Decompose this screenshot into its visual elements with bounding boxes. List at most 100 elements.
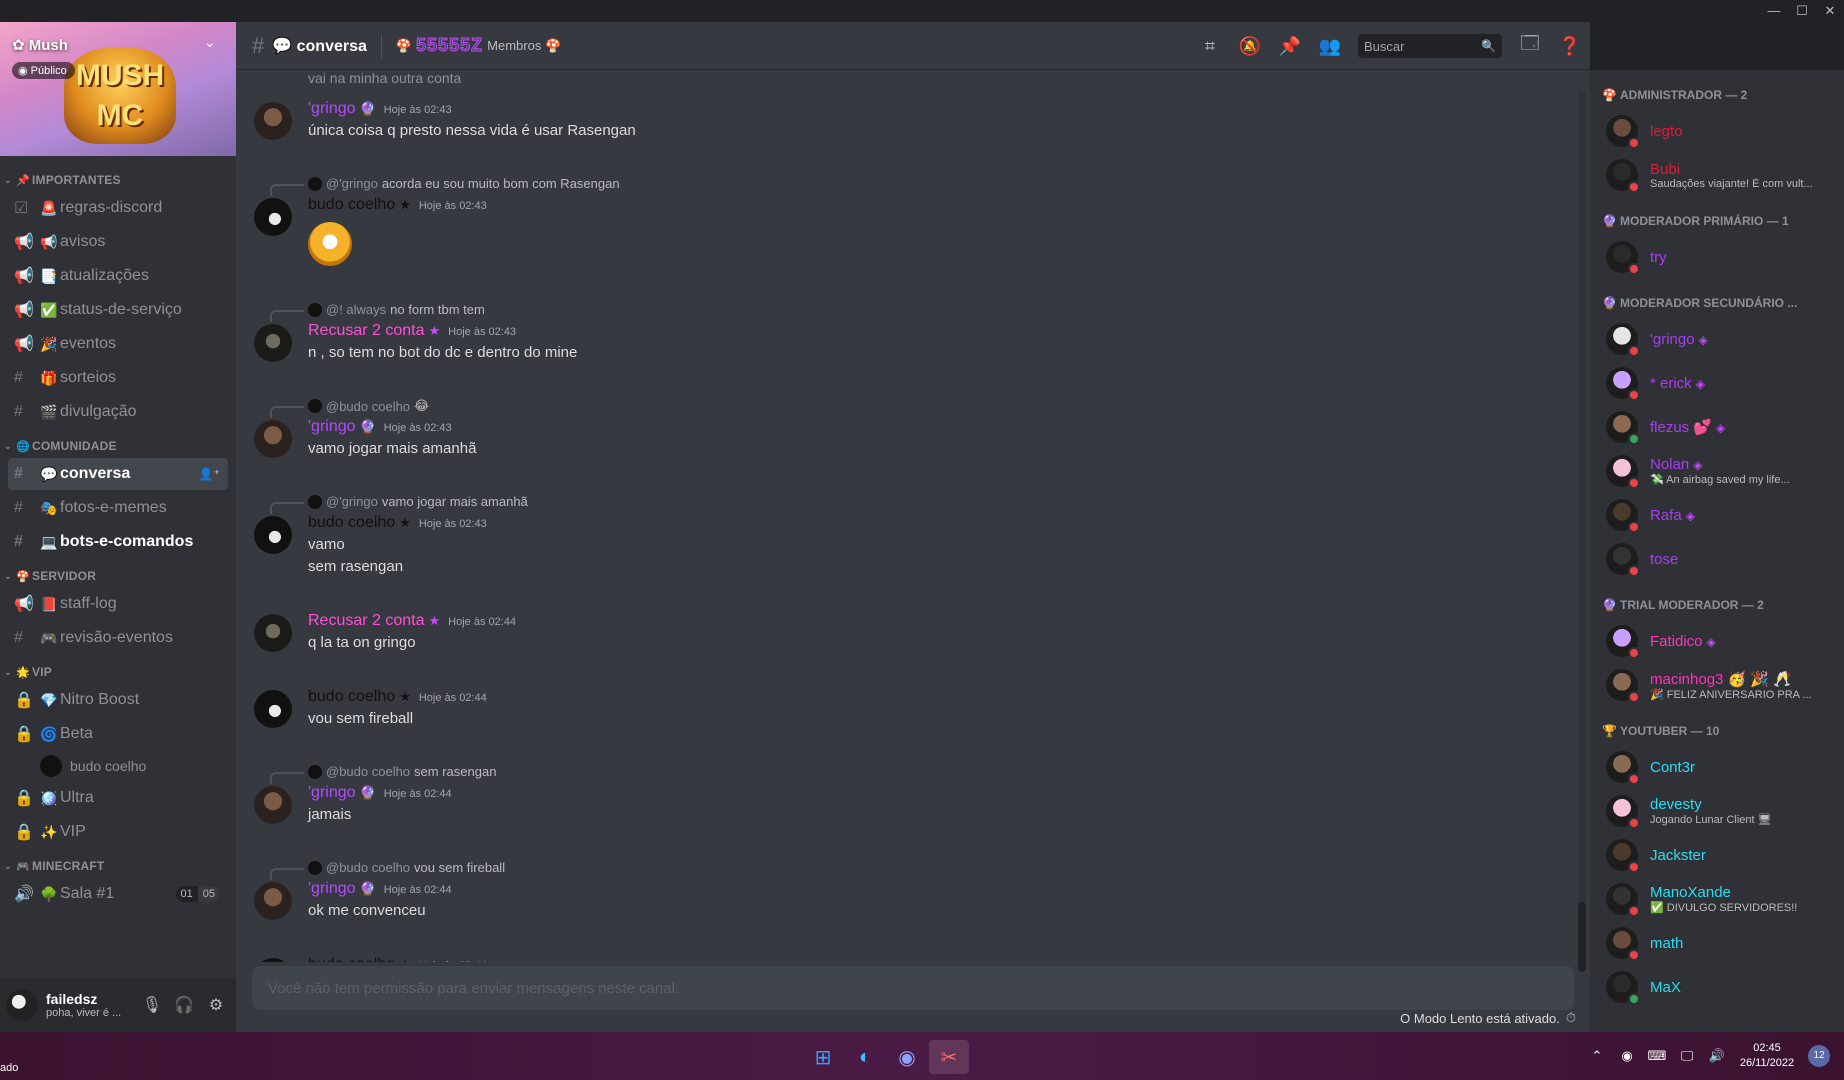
headphones-icon[interactable]: 🎧 [168,995,200,1015]
channel-item[interactable]: 📢 📕 staff-log [8,588,228,620]
user-names[interactable]: failedsz poha, viver é ... [46,991,136,1019]
member-item[interactable]: try [1598,236,1836,278]
member-item[interactable]: 'gringo ◈ [1598,318,1836,360]
avatar[interactable] [254,102,292,140]
member-item[interactable]: tose [1598,538,1836,580]
channel-item[interactable]: # 🎬 divulgação [8,396,228,428]
discord-tray-icon[interactable]: ◉ [1612,1048,1642,1064]
avatar[interactable] [254,420,292,458]
category-header[interactable]: ⌄ 🍄 SERVIDOR [0,566,236,586]
mute-mic-icon[interactable]: 🎙 [136,995,168,1015]
channel-item[interactable]: 🔒 💎 Nitro Boost [8,684,228,716]
avatar[interactable] [254,614,292,652]
avatar[interactable] [254,690,292,728]
maximize-button[interactable]: ☐ [1788,0,1816,22]
channel-item[interactable]: ☑ 🚨 regras-discord [8,192,228,224]
message-author[interactable]: Recusar 2 conta [308,612,425,630]
taskbar-clock[interactable]: 02:45 26/11/2022 [1732,1041,1802,1071]
channel-item[interactable]: 🔊 🌳 Sala #1 01 05 [8,878,228,910]
members-icon[interactable]: 👥 [1310,36,1350,57]
avatar[interactable] [254,882,292,920]
channel-item[interactable]: # 🎭 fotos-e-memes [8,492,228,524]
member-item[interactable]: macinhog3 🥳 🎉 🥂 🎉 FELIZ ANIVERSARIO PRA .… [1598,664,1836,706]
member-item[interactable]: Cont3r [1598,746,1836,788]
inbox-icon[interactable]: 🗔 [1510,31,1550,61]
add-member-icon[interactable]: 👤⁺ [199,467,220,481]
member-item[interactable]: math [1598,922,1836,964]
notification-badge[interactable]: 12 [1808,1045,1830,1067]
discord-icon[interactable]: ◉ [887,1040,927,1074]
channel-item[interactable]: 🔒 🪩 Ultra [8,782,228,814]
channel-item[interactable]: # 🎁 sorteios [8,362,228,394]
reply-preview[interactable]: @! always no form tbm tem [270,302,485,322]
reply-preview[interactable]: @budo coelho vou sem fireball [269,860,505,880]
category-header[interactable]: ⌄ 🎮 MINECRAFT [0,856,236,876]
message-author[interactable]: 'gringo [308,100,356,118]
message-author[interactable]: 'gringo [308,418,356,436]
minimize-button[interactable]: — [1760,0,1788,22]
channel-item[interactable]: # 💻 bots-e-comandos [8,526,228,558]
avatar[interactable] [254,324,292,362]
message-author[interactable]: Recusar 2 conta [308,322,425,340]
channel-item[interactable]: 🔒 ✨ VIP [8,816,228,848]
pin-icon[interactable]: 📌 [1270,36,1310,57]
channel-item[interactable]: 📢 ✅ status-de-serviço [8,294,228,326]
channel-item[interactable]: # 🎮 revisão-eventos [8,622,228,654]
avatar[interactable] [6,989,38,1021]
member-item[interactable]: devesty Jogando Lunar Client 🖥 [1598,790,1836,832]
member-item[interactable]: * erick ◈ [1598,362,1836,404]
category-header[interactable]: ⌄ 🌟 VIP [0,662,236,682]
channel-item[interactable]: 🔒 🌀 Beta [8,718,228,750]
message-author[interactable]: 'gringo [308,880,356,898]
network-icon[interactable]: 🖵 [1672,1048,1702,1064]
keyboard-icon[interactable]: ⌨ [1642,1048,1672,1064]
edge-icon[interactable]: ◐ [845,1040,885,1074]
member-item[interactable]: MaX [1598,966,1836,1008]
sticker-emoji[interactable] [308,222,352,266]
avatar[interactable] [254,516,292,554]
help-icon[interactable]: ❓ [1550,36,1590,57]
chevron-down-icon[interactable]: ⌄ [204,34,216,51]
member-item[interactable]: ManoXande ✅ DIVULGO SERVIDORES!! [1598,878,1836,920]
channel-item[interactable]: 📢 📑 atualizações [8,260,228,292]
channel-item[interactable]: 📢 🎉 eventos [8,328,228,360]
server-name[interactable]: ✿ Mush [12,36,68,54]
member-item[interactable]: flezus 💕 ◈ [1598,406,1836,448]
message-author[interactable]: budo coelho [308,688,395,706]
member-item[interactable]: Fatidico ◈ [1598,620,1836,662]
server-banner[interactable]: MUSH MC ✿ Mush ⌄ ◉ Público [0,22,236,156]
member-item[interactable]: Bubi Saudações viajante! É com vult... [1598,154,1836,196]
avatar[interactable] [254,198,292,236]
message-author[interactable]: 'gringo [308,784,356,802]
reply-preview[interactable]: @budo coelho sem rasengan [269,764,496,784]
threads-icon[interactable]: ⌗ [1190,36,1230,57]
message-author[interactable]: budo coelho [308,514,395,532]
search-input[interactable]: Buscar 🔍 [1358,34,1502,58]
reply-preview[interactable]: @budo coelho 😂 [269,398,429,418]
voice-user[interactable]: budo coelho [40,752,236,780]
category-header[interactable]: ⌄ 🌐 COMUNIDADE [0,436,236,456]
message-author[interactable]: budo coelho [308,196,395,214]
category-header[interactable]: ⌄ 📌 IMPORTANTES [0,170,236,190]
avatar[interactable] [254,786,292,824]
channel-topic[interactable]: 🍄 55555Z Membros 🍄 [396,35,561,56]
avatar[interactable] [254,958,292,962]
reply-preview[interactable]: @'gringo acorda eu sou muito bom com Rase… [270,176,620,196]
bell-muted-icon[interactable]: 🔕 [1230,36,1270,57]
gear-icon[interactable]: ⚙ [200,995,232,1015]
close-button[interactable]: ✕ [1816,0,1844,22]
member-item[interactable]: Jackster [1598,834,1836,876]
chat-scrollbar[interactable] [1578,92,1586,972]
windows-start-icon[interactable]: ⊞ [803,1040,843,1074]
volume-icon[interactable]: 🔊 [1702,1048,1732,1064]
member-item[interactable]: legto [1598,110,1836,152]
chevron-up-icon[interactable]: ⌃ [1582,1048,1612,1064]
scrollbar-thumb[interactable] [1578,902,1586,972]
message-author[interactable]: budo coelho [308,956,395,962]
channel-item[interactable]: # 💬 conversa 👤⁺ [8,458,228,490]
member-item[interactable]: Nolan ◈ 💸 An airbag saved my life... [1598,450,1836,492]
reply-preview[interactable]: @'gringo vamo jogar mais amanhã [270,494,528,514]
channel-item[interactable]: 📢 📢 avisos [8,226,228,258]
member-item[interactable]: Rafa ◈ [1598,494,1836,536]
snipping-tool-icon[interactable]: ✂ [929,1040,969,1074]
